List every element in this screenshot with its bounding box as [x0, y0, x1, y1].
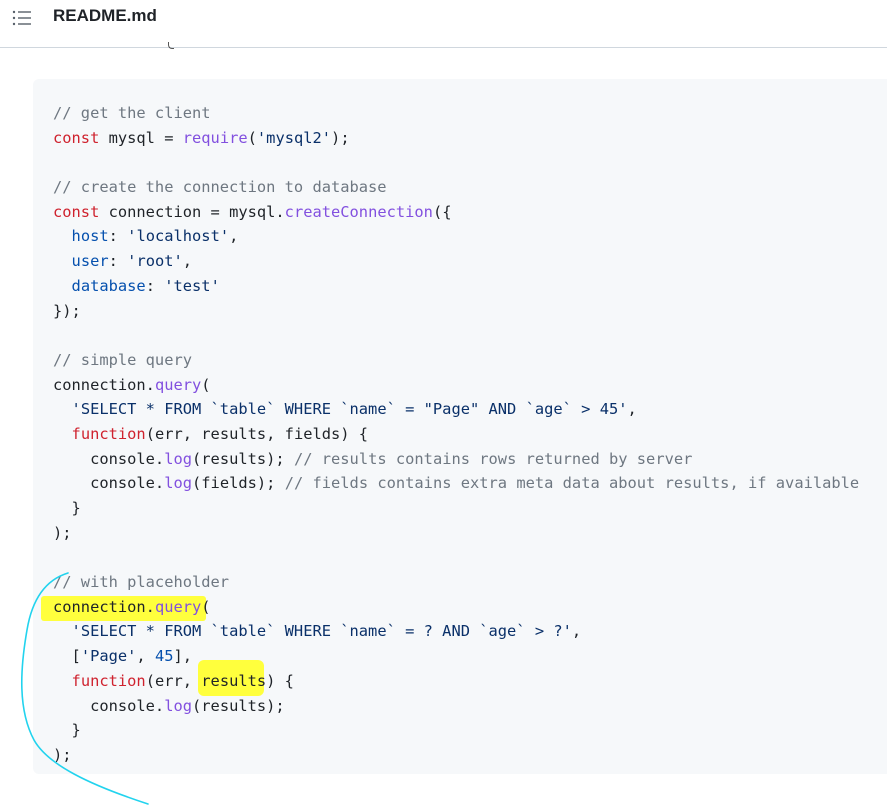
pen-annotation	[20, 572, 149, 805]
